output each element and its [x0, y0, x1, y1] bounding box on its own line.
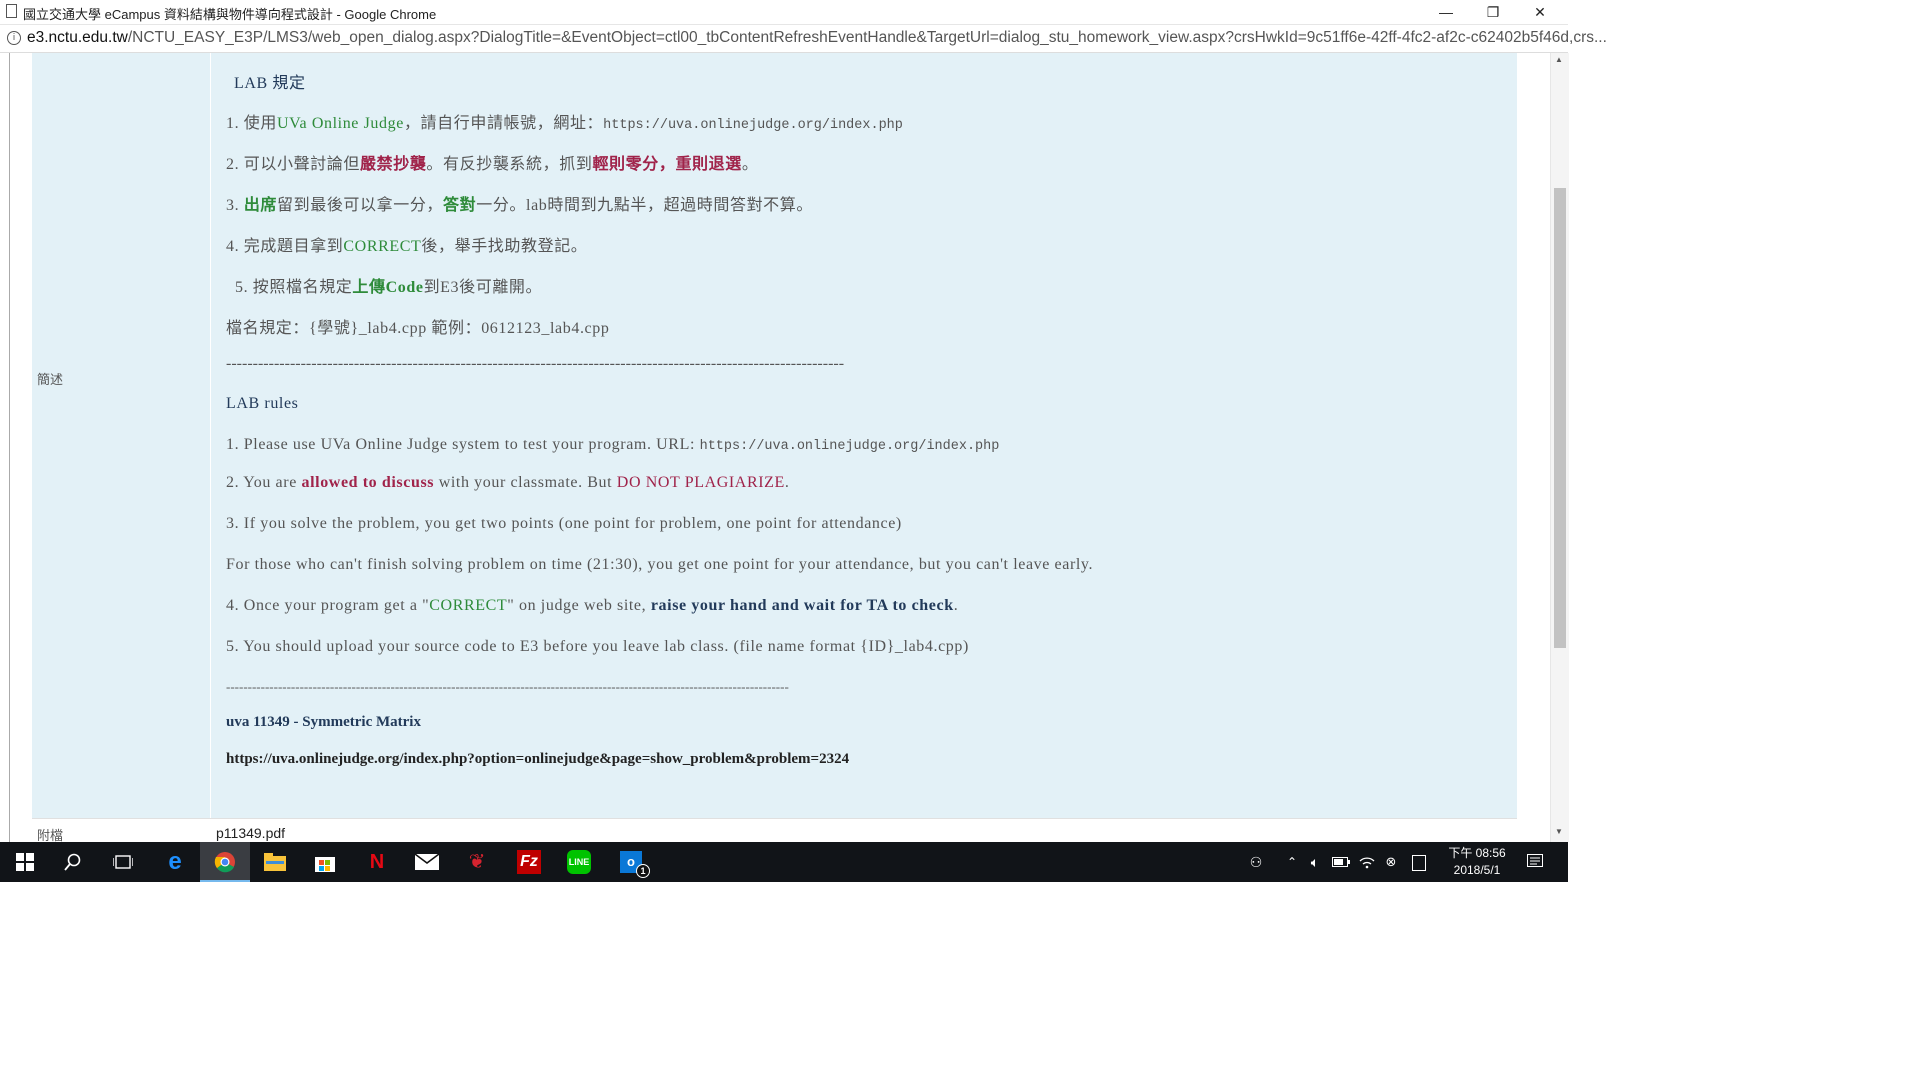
clock-date: 2018/5/1: [1453, 863, 1501, 877]
attachment-label: 附檔: [37, 828, 64, 842]
zh-rule-2-b: 嚴禁抄襲: [360, 156, 427, 173]
zh-rule-4-c: 後，舉手找助教登記。: [421, 238, 588, 255]
zh-rule-3-d: 答對: [443, 197, 477, 214]
en-rule-4: 4. Once your program get a "CORRECT" on …: [226, 597, 958, 615]
zh-rule-2-e: 。: [741, 156, 759, 173]
left-border: [9, 53, 10, 842]
minimize-button[interactable]: —: [1423, 0, 1469, 24]
zh-heading: LAB 規定: [234, 75, 306, 92]
en-rule-2-c: with your classmate. But: [434, 474, 617, 491]
url-host: e3.nctu.edu.tw: [27, 29, 128, 46]
en-rule-1-a: 1. Please use UVa Online Judge system to…: [226, 436, 700, 453]
zh-rule-1-b: UVa Online Judge: [277, 115, 404, 132]
people-icon[interactable]: ⚇: [1244, 842, 1268, 882]
zh-rule-2-a: 2. 可以小聲討論但: [226, 156, 361, 173]
en-rule-4-b: CORRECT: [429, 597, 508, 614]
close-button[interactable]: ✕: [1517, 0, 1563, 24]
zh-rule-5-a: 5. 按照檔名規定: [235, 279, 353, 296]
line-icon[interactable]: LINE: [554, 842, 604, 882]
window-titlebar: 國立交通大學 eCampus 資料結構與物件導向程式設計 - Google Ch…: [0, 0, 1568, 25]
description-panel: LAB 規定 1. 使用UVa Online Judge，請自行申請帳號，網址：…: [211, 53, 1517, 818]
en-rule-2: 2. You are allowed to discuss with your …: [226, 474, 790, 492]
zh-rule-3-e: 一分。lab時間到九點半，超過時間答對不算。: [476, 197, 813, 214]
zh-rule-3: 3. 出席留到最後可以拿一分，答對一分。lab時間到九點半，超過時間答對不算。: [226, 191, 813, 215]
scroll-down-icon[interactable]: ▼: [1555, 827, 1563, 836]
zh-rule-1-a: 1. 使用: [226, 115, 278, 132]
en-rule-3: 3. If you solve the problem, you get two…: [226, 515, 902, 532]
en-rule-4-a: 4. Once your program get a ": [226, 597, 430, 614]
outlook-icon[interactable]: o1: [606, 842, 656, 882]
clock[interactable]: 下午 08:56 2018/5/1: [1442, 845, 1512, 879]
volume-icon[interactable]: 🔈︎: [1305, 842, 1325, 882]
en-rule-4-e: .: [953, 597, 959, 614]
en-rule-2-a: 2. You are: [226, 474, 302, 491]
en-rule-5: 5. You should upload your source code to…: [226, 638, 969, 655]
zh-rule-1-c: ，請自行申請帳號，網址：: [403, 115, 604, 132]
attachment-file-link[interactable]: p11349.pdf: [216, 825, 285, 841]
zh-rule-5-b: 上傳Code: [352, 279, 424, 296]
start-button[interactable]: [0, 842, 50, 882]
zh-filename-rule: 檔名規定：{學號}_lab4.cpp 範例：0612123_lab4.cpp: [226, 320, 610, 337]
zh-rule-5: 5. 按照檔名規定上傳Code到E3後可離開。: [235, 273, 542, 297]
clock-time: 下午 08:56: [1448, 846, 1506, 860]
address-bar[interactable]: i e3.nctu.edu.tw/NCTU_EASY_E3P/LMS3/web_…: [0, 25, 1607, 53]
zh-rule-4-b: CORRECT: [343, 238, 422, 255]
problem-title: uva 11349 - Symmetric Matrix: [226, 714, 421, 730]
en-rule-2-e: .: [784, 474, 790, 491]
zh-rule-1-url: https://uva.onlinejudge.org/index.php: [603, 118, 903, 133]
zh-rule-5-c: 到E3後可離開。: [423, 279, 543, 296]
page-icon: [6, 4, 17, 18]
chevron-up-icon[interactable]: ⌃: [1282, 842, 1302, 882]
zh-divider: ----------------------------------------…: [226, 355, 845, 372]
zh-rule-1: 1. 使用UVa Online Judge，請自行申請帳號，網址：https:/…: [226, 109, 903, 133]
restore-button[interactable]: ❐: [1470, 0, 1516, 24]
en-rule-4-d: raise your hand and wait for TA to check: [650, 597, 954, 614]
edge-icon[interactable]: e: [150, 842, 200, 882]
zh-rule-4: 4. 完成題目拿到CORRECT後，舉手找助教登記。: [226, 232, 587, 256]
page-content: 簡述 LAB 規定 1. 使用UVa Online Judge，請自行申請帳號，…: [0, 53, 1550, 842]
task-view-icon[interactable]: [98, 842, 148, 882]
close-circle-icon[interactable]: ⊗: [1380, 842, 1402, 882]
netflix-icon[interactable]: N: [352, 842, 402, 882]
label-column: 簡述: [32, 53, 210, 818]
wifi-icon[interactable]: [1356, 842, 1378, 882]
zh-rule-2-c: 。有反抄襲系統，抓到: [426, 156, 593, 173]
vertical-scrollbar[interactable]: ▲ ▼: [1550, 53, 1569, 842]
en-rule-2-b: allowed to discuss: [301, 474, 435, 491]
notification-badge: 1: [636, 864, 650, 878]
taskbar: e N ❦ Fz LINE o1 ⚇ ⌃ 🔈︎ ⊗ 下午 08:56 2018/…: [0, 842, 1568, 882]
info-icon[interactable]: i: [7, 31, 21, 45]
en-rule-1: 1. Please use UVa Online Judge system to…: [226, 436, 999, 454]
en-rule-1-url: https://uva.onlinejudge.org/index.php: [699, 439, 1000, 454]
description-label: 簡述: [37, 372, 64, 387]
scroll-up-icon[interactable]: ▲: [1555, 55, 1563, 64]
zh-rule-3-c: 留到最後可以拿一分，: [277, 197, 444, 214]
en-rule-4-c: " on judge web site,: [507, 597, 651, 614]
filezilla-icon[interactable]: Fz: [504, 842, 554, 882]
url-path: /NCTU_EASY_E3P/LMS3/web_open_dialog.aspx…: [127, 29, 1607, 46]
en-rule-3b: For those who can't finish solving probl…: [226, 556, 1094, 573]
window-title: 國立交通大學 eCampus 資料結構與物件導向程式設計 - Google Ch…: [23, 7, 437, 22]
mail-icon[interactable]: [402, 842, 452, 882]
en-heading: LAB rules: [226, 395, 299, 412]
battery-icon[interactable]: [1330, 842, 1352, 882]
scrollbar-thumb[interactable]: [1554, 188, 1566, 648]
zh-rule-2-d: 輕則零分，重則退選: [592, 156, 742, 173]
zh-rule-2: 2. 可以小聲討論但嚴禁抄襲。有反抄襲系統，抓到輕則零分，重則退選。: [226, 150, 758, 174]
zh-rule-3-a: 3.: [226, 197, 244, 214]
chrome-icon[interactable]: [200, 842, 250, 882]
en-rule-2-d: DO NOT PLAGIARIZE: [616, 474, 785, 491]
zh-rule-3-b: 出席: [243, 197, 278, 214]
en-divider: ----------------------------------------…: [226, 679, 789, 694]
file-explorer-icon[interactable]: [250, 842, 300, 882]
ime-icon[interactable]: [1408, 842, 1430, 882]
store-icon[interactable]: [300, 842, 350, 882]
url-text[interactable]: e3.nctu.edu.tw/NCTU_EASY_E3P/LMS3/web_op…: [27, 29, 1607, 47]
search-icon[interactable]: [48, 842, 98, 882]
attachment-row: 附檔 p11349.pdf: [32, 818, 1517, 842]
action-center-icon[interactable]: [1520, 842, 1550, 882]
problem-link[interactable]: https://uva.onlinejudge.org/index.php?op…: [226, 751, 849, 768]
app-red-icon[interactable]: ❦: [452, 842, 502, 882]
zh-rule-4-a: 4. 完成題目拿到: [226, 238, 344, 255]
